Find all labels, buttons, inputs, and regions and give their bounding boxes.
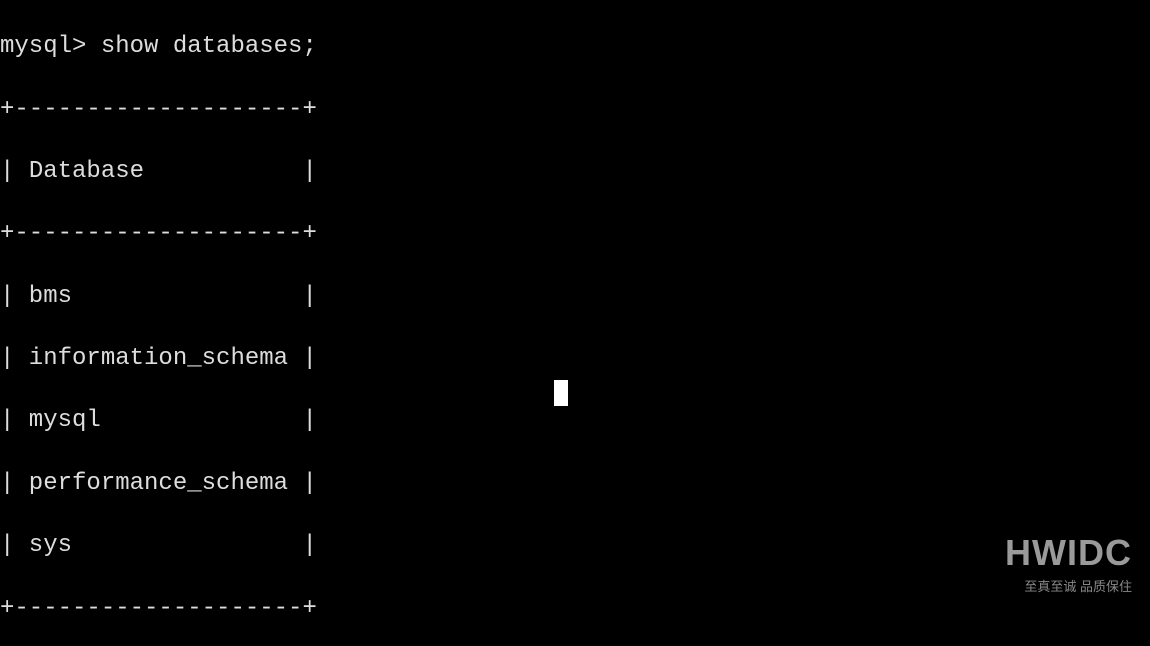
table-border: +--------------------+ [0, 218, 1150, 249]
table-row: | bms | [0, 281, 1150, 312]
table-row: | sys | [0, 530, 1150, 561]
table-border: +--------------------+ [0, 593, 1150, 624]
prompt: mysql> [0, 33, 86, 60]
table-header-label: Database [29, 158, 144, 185]
table-row: | performance_schema | [0, 468, 1150, 499]
table-row: | information_schema | [0, 343, 1150, 374]
watermark-tagline: 至真至诚 品质保住 [1005, 579, 1132, 596]
watermark: HWIDC 至真至诚 品质保住 [1005, 530, 1132, 596]
watermark-logo: HWIDC [1005, 530, 1132, 577]
command-text: show databases; [101, 33, 317, 60]
table-border: +--------------------+ [0, 94, 1150, 125]
floating-cursor-icon [554, 380, 568, 406]
table-row: | mysql | [0, 405, 1150, 436]
terminal-output[interactable]: mysql> show databases; +----------------… [0, 0, 1150, 646]
prompt-line: mysql> show databases; [0, 31, 1150, 62]
table-header-row: | Database | [0, 156, 1150, 187]
